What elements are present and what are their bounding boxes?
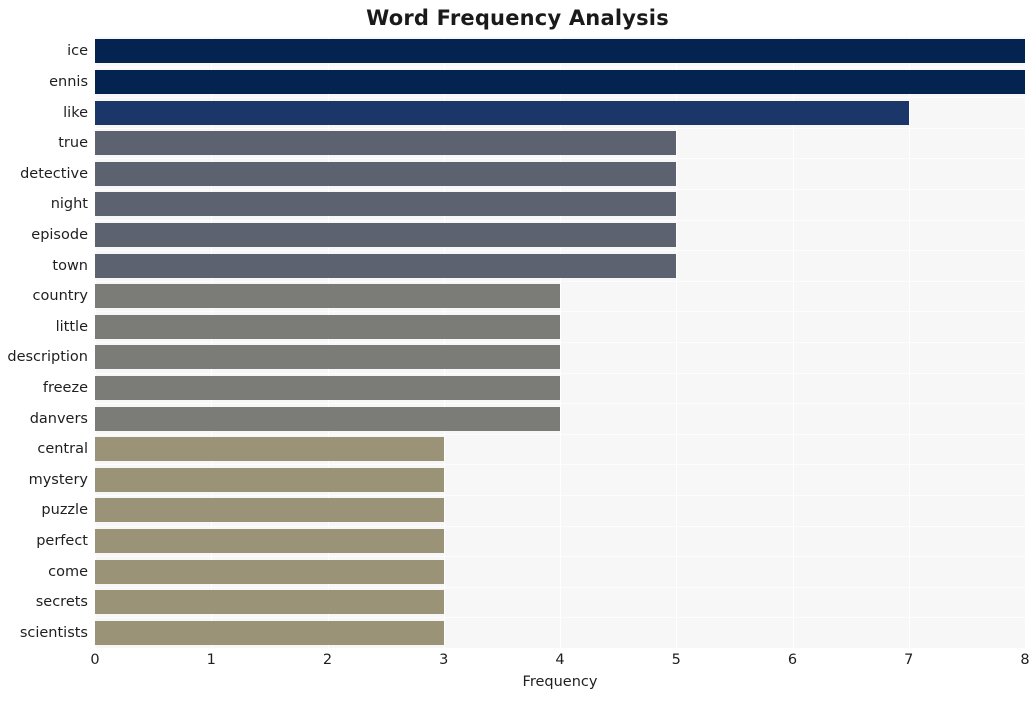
x-axis-tick-labels: 0 1 2 3 4 5 6 7 8: [0, 652, 1035, 676]
bar: [95, 528, 444, 553]
y-gridline: [95, 617, 1025, 618]
y-axis-labels: ice ennis like true detective night episode tow…: [0, 36, 88, 648]
y-axis-label: episode: [31, 226, 88, 243]
y-axis-label: country: [32, 288, 88, 305]
x-tick-label: 5: [671, 652, 681, 668]
y-axis-label: puzzle: [41, 502, 88, 519]
x-tick-label: 0: [90, 652, 100, 668]
y-axis-label: true: [58, 135, 88, 152]
bar: [95, 375, 560, 400]
x-tick-label: 8: [1020, 652, 1030, 668]
bar: [95, 314, 560, 339]
bar: [95, 161, 677, 186]
x-tick-label: 2: [322, 652, 333, 668]
bar: [95, 467, 444, 492]
y-gridline: [95, 128, 1025, 129]
y-gridline: [95, 36, 1025, 37]
y-gridline: [95, 281, 1025, 282]
y-gridline: [95, 403, 1025, 404]
bar: [95, 100, 909, 125]
y-gridline: [95, 158, 1025, 159]
y-axis-label: little: [55, 318, 88, 335]
y-gridline: [95, 373, 1025, 374]
bar: [95, 620, 444, 645]
bar: [95, 284, 560, 309]
y-gridline: [95, 587, 1025, 588]
y-axis-label: secrets: [35, 594, 88, 611]
y-axis-label: detective: [20, 165, 88, 182]
y-gridline: [95, 464, 1025, 465]
x-tick-label: 1: [206, 652, 216, 668]
y-axis-label: central: [37, 441, 88, 458]
y-gridline: [95, 556, 1025, 557]
y-gridline: [95, 220, 1025, 221]
y-gridline: [95, 311, 1025, 312]
y-gridline: [95, 67, 1025, 68]
bar: [95, 406, 560, 431]
y-axis-label: ice: [67, 43, 88, 60]
y-gridline: [95, 434, 1025, 435]
plot-area: [95, 36, 1025, 648]
word-frequency-chart: Word Frequency Analysis ice ennis like true…: [0, 0, 1035, 701]
y-axis-label: description: [7, 349, 88, 366]
bar: [95, 69, 1025, 94]
bar: [95, 345, 560, 370]
bar: [95, 192, 677, 217]
bar: [95, 222, 677, 247]
y-gridline: [95, 495, 1025, 496]
bar: [95, 39, 1025, 64]
y-gridline: [95, 97, 1025, 98]
bar: [95, 559, 444, 584]
y-axis-label: like: [63, 104, 88, 121]
x-axis-title: Frequency: [522, 674, 598, 690]
bar: [95, 437, 444, 462]
bar: [95, 590, 444, 615]
y-gridline: [95, 189, 1025, 190]
y-axis-label: ennis: [49, 73, 88, 90]
bar: [95, 253, 677, 278]
y-gridline: [95, 250, 1025, 251]
y-gridline: [95, 342, 1025, 343]
x-tick-label: 3: [439, 652, 449, 668]
chart-title: Word Frequency Analysis: [366, 6, 669, 30]
x-tick-label: 4: [555, 652, 565, 668]
y-axis-label: mystery: [28, 471, 88, 488]
x-tick-label: 6: [787, 652, 798, 668]
y-axis-label: come: [48, 563, 88, 580]
y-axis-label: danvers: [29, 410, 88, 427]
y-axis-label: town: [52, 257, 88, 274]
y-gridline: [95, 526, 1025, 527]
y-axis-label: night: [50, 196, 88, 213]
bar: [95, 498, 444, 523]
bar: [95, 131, 677, 156]
y-axis-label: scientists: [19, 624, 88, 641]
y-axis-label: freeze: [42, 379, 88, 396]
y-axis-label: perfect: [36, 532, 88, 549]
x-tick-label: 7: [904, 652, 914, 668]
